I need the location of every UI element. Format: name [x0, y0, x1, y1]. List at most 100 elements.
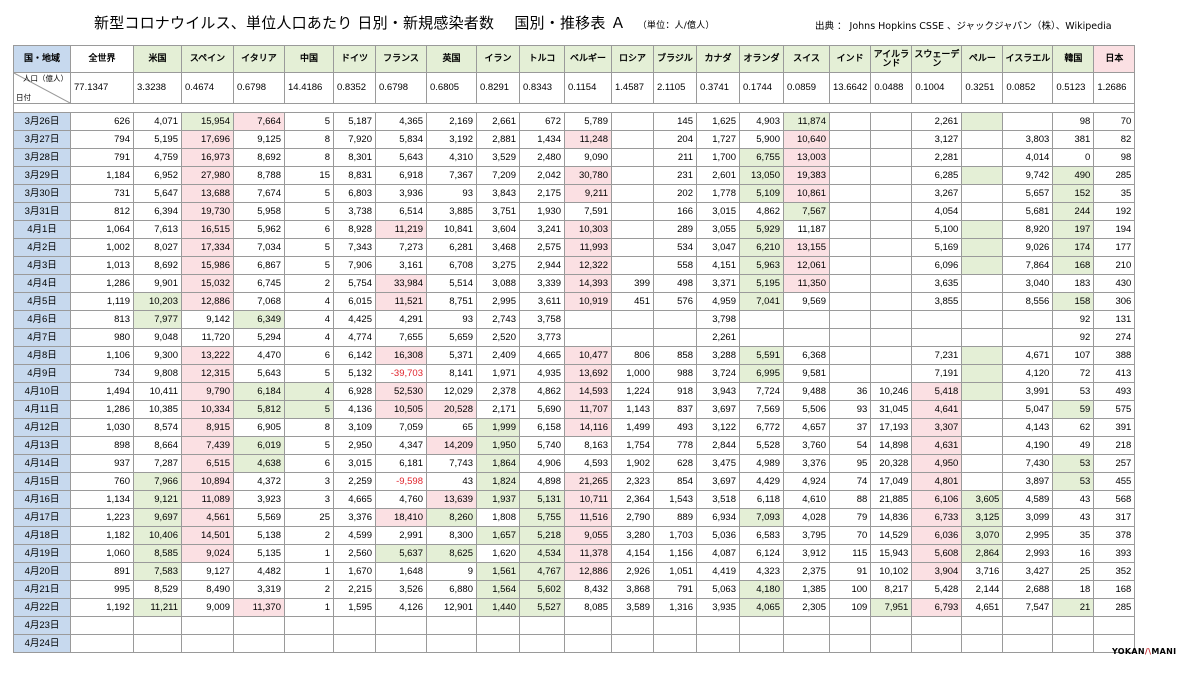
- table-cell: 3,319: [233, 580, 285, 599]
- table-cell: 6,905: [233, 418, 285, 437]
- table-cell: [828, 274, 872, 293]
- table-cell: 158: [1052, 292, 1095, 311]
- table-cell: [783, 328, 830, 347]
- table-cell: 1,143: [611, 400, 654, 419]
- table-cell: 3,589: [611, 598, 654, 617]
- table-cell: 1,182: [70, 526, 134, 545]
- table-cell: 257: [1093, 454, 1136, 473]
- table-cell: 88: [828, 490, 872, 509]
- table-cell: 14,529: [870, 526, 913, 545]
- table-cell: 11,993: [564, 238, 612, 257]
- table-cell: -39,703: [375, 364, 427, 383]
- column-header: ドイツ: [333, 45, 376, 73]
- table-cell: 854: [653, 472, 697, 491]
- table-cell: 95: [828, 454, 872, 473]
- table-cell: 1,971: [476, 364, 520, 383]
- column-header: カナダ: [696, 45, 740, 73]
- table-cell: 4,862: [739, 202, 784, 221]
- table-cell: 13,222: [181, 346, 234, 365]
- table-cell: 14,116: [564, 418, 612, 437]
- table-cell: 5,789: [564, 112, 612, 131]
- table-cell: 7,743: [426, 454, 477, 473]
- column-header: ブラジル: [653, 45, 697, 73]
- table-cell: 3,275: [476, 256, 520, 275]
- table-cell: 5,834: [375, 130, 427, 149]
- table-cell: 2,575: [519, 238, 565, 257]
- table-cell: 4,641: [911, 400, 963, 419]
- table-cell: 4,054: [911, 202, 963, 221]
- table-cell: 2,364: [611, 490, 654, 509]
- table-cell: 5,195: [739, 274, 784, 293]
- table-cell: [870, 274, 913, 293]
- table-cell: 5: [284, 184, 334, 203]
- table-cell: [375, 616, 427, 635]
- column-header: フランス: [375, 45, 427, 73]
- table-cell: 1,434: [519, 130, 565, 149]
- table-cell: 451: [611, 292, 654, 311]
- table-cell: [961, 292, 1004, 311]
- table-cell: 11,187: [783, 220, 830, 239]
- table-cell: 2,560: [333, 544, 376, 563]
- table-cell: 174: [1052, 238, 1095, 257]
- table-cell: 1,564: [476, 580, 520, 599]
- table-cell: 5,643: [375, 148, 427, 167]
- table-cell: 285: [1093, 598, 1136, 617]
- table-cell: 4,631: [911, 436, 963, 455]
- table-cell: 4,767: [519, 562, 565, 581]
- table-cell: [70, 634, 134, 653]
- table-cell: 5: [284, 400, 334, 419]
- table-cell: 4,959: [696, 292, 740, 311]
- table-cell: 4,989: [739, 454, 784, 473]
- table-cell: 8,664: [133, 436, 182, 455]
- table-cell: 1,670: [333, 562, 376, 581]
- population-cell: 13.6642: [828, 72, 872, 104]
- table-cell: 889: [653, 508, 697, 527]
- table-cell: 0: [1052, 148, 1095, 167]
- table-cell: 3,122: [696, 418, 740, 437]
- table-row: 4月23日: [13, 616, 1136, 635]
- table-cell: [375, 634, 427, 653]
- table-cell: 8,692: [133, 256, 182, 275]
- column-header: 中国: [284, 45, 334, 73]
- table-cell: [611, 202, 654, 221]
- table-cell: 289: [653, 220, 697, 239]
- table-cell: [828, 184, 872, 203]
- table-cell: 3,943: [696, 382, 740, 401]
- table-cell: 9,009: [181, 598, 234, 617]
- table-cell: 858: [653, 346, 697, 365]
- table-cell: 4,065: [739, 598, 784, 617]
- table-cell: [611, 634, 654, 653]
- table-cell: 210: [1093, 256, 1136, 275]
- table-cell: [961, 148, 1004, 167]
- table-cell: 13,692: [564, 364, 612, 383]
- table-cell: 3,047: [696, 238, 740, 257]
- table-cell: 6,880: [426, 580, 477, 599]
- table-cell: 8,529: [133, 580, 182, 599]
- table-cell: 11,707: [564, 400, 612, 419]
- table-cell: 274: [1093, 328, 1136, 347]
- table-cell: 4,470: [233, 346, 285, 365]
- table-cell: [961, 418, 1004, 437]
- table-cell: 93: [426, 310, 477, 329]
- table-cell: 4,599: [333, 526, 376, 545]
- date-cell: 4月9日: [13, 364, 71, 383]
- table-cell: [961, 346, 1004, 365]
- population-cell: 14.4186: [284, 72, 334, 104]
- table-cell: 211: [653, 148, 697, 167]
- table-cell: [696, 616, 740, 635]
- table-cell: 7,439: [181, 436, 234, 455]
- table-cell: 4: [284, 292, 334, 311]
- table-cell: [911, 616, 963, 635]
- table-cell: 5,514: [426, 274, 477, 293]
- table-row: 4月8日 1,106 9,300 13,222 4,470 6 6,142 16,308 5,3…: [13, 346, 1136, 365]
- table-cell: 19,383: [783, 166, 830, 185]
- table-cell: 6,158: [519, 418, 565, 437]
- table-cell: 455: [1093, 472, 1136, 491]
- table-cell: 11,089: [181, 490, 234, 509]
- table-cell: 1,999: [476, 418, 520, 437]
- table-cell: [233, 634, 285, 653]
- table-cell: [739, 616, 784, 635]
- table-cell: 6,019: [233, 436, 285, 455]
- spacer: [12, 103, 1136, 113]
- table-cell: 5,602: [519, 580, 565, 599]
